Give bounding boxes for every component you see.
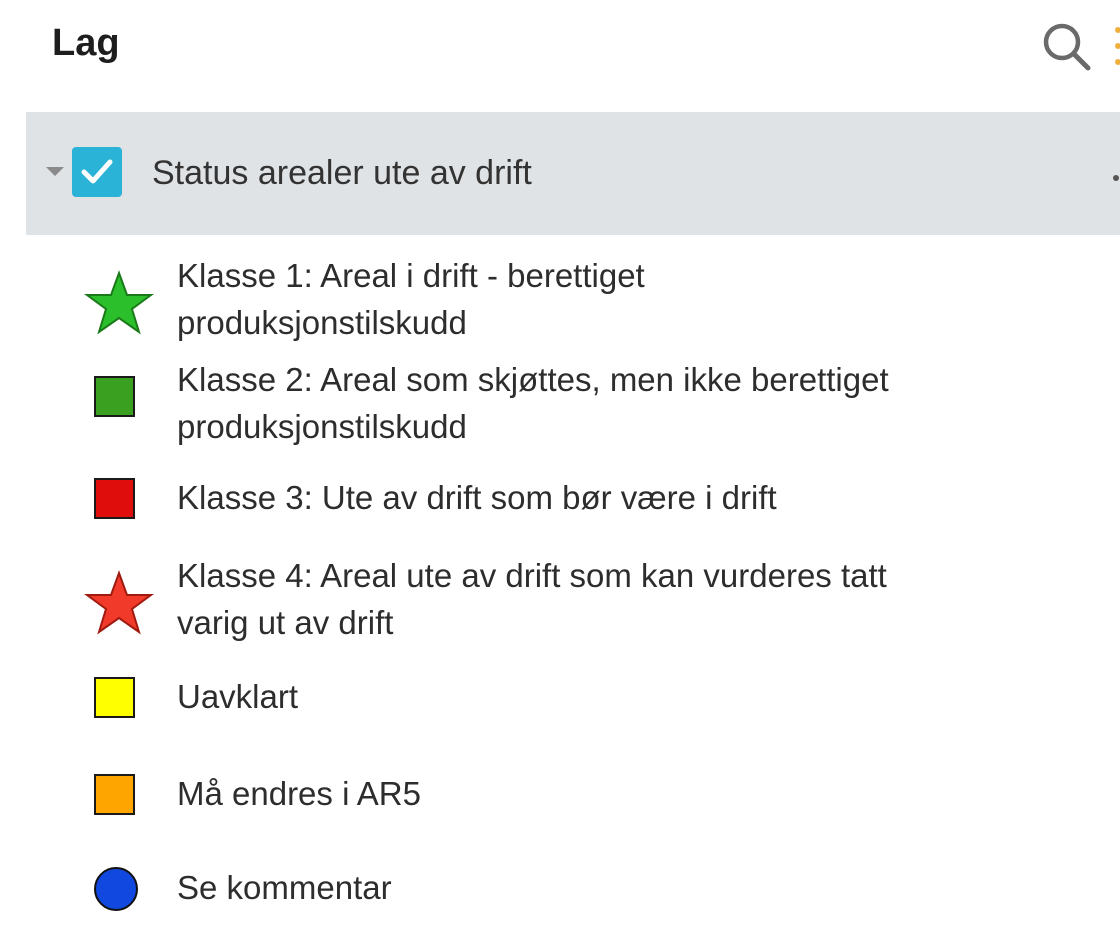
layer-list-panel: Lag Status arealer ute av drift Klasse 1… bbox=[0, 0, 1120, 946]
legend-item-klasse-1: Klasse 1: Areal i drift - berettiget pro… bbox=[0, 252, 1120, 344]
legend-item-klasse-3: Klasse 3: Ute av drift som bør være i dr… bbox=[0, 474, 1120, 524]
chevron-down-icon[interactable] bbox=[44, 162, 66, 180]
legend-label-continued: varig ut av drift bbox=[177, 604, 394, 641]
legend-label: Klasse 4: Areal ute av drift som kan vur… bbox=[177, 557, 887, 594]
legend-item-uavklart: Uavklart bbox=[0, 673, 1120, 723]
legend-item-klasse-2: Klasse 2: Areal som skjøttes, men ikke b… bbox=[0, 356, 1120, 448]
legend-label: Klasse 2: Areal som skjøttes, men ikke b… bbox=[177, 361, 889, 398]
legend-item-se-kommentar: Se kommentar bbox=[0, 864, 1120, 914]
legend-label: Klasse 3: Ute av drift som bør være i dr… bbox=[177, 479, 777, 516]
legend-label-continued: produksjonstilskudd bbox=[177, 304, 467, 341]
legend-label-continued: produksjonstilskudd bbox=[177, 408, 467, 445]
legend-label: Uavklart bbox=[177, 678, 299, 715]
legend-item-maa-endres: Må endres i AR5 bbox=[0, 770, 1120, 820]
legend-item-klasse-4: Klasse 4: Areal ute av drift som kan vur… bbox=[0, 552, 1120, 644]
star-icon bbox=[83, 570, 155, 641]
layer-group-label: Status arealer ute av drift bbox=[152, 154, 532, 192]
layer-options-icon[interactable] bbox=[1106, 170, 1120, 181]
legend-label: Må endres i AR5 bbox=[177, 775, 421, 812]
legend-label: Se kommentar bbox=[177, 869, 392, 906]
search-icon[interactable] bbox=[1040, 20, 1096, 72]
star-icon bbox=[83, 270, 155, 341]
legend-label: Klasse 1: Areal i drift - berettiget bbox=[177, 257, 645, 294]
layer-group-row[interactable]: Status arealer ute av drift bbox=[26, 112, 1120, 235]
layer-visibility-checkbox[interactable] bbox=[72, 147, 122, 197]
panel-title: Lag bbox=[52, 22, 120, 64]
more-options-icon[interactable] bbox=[1112, 24, 1120, 74]
